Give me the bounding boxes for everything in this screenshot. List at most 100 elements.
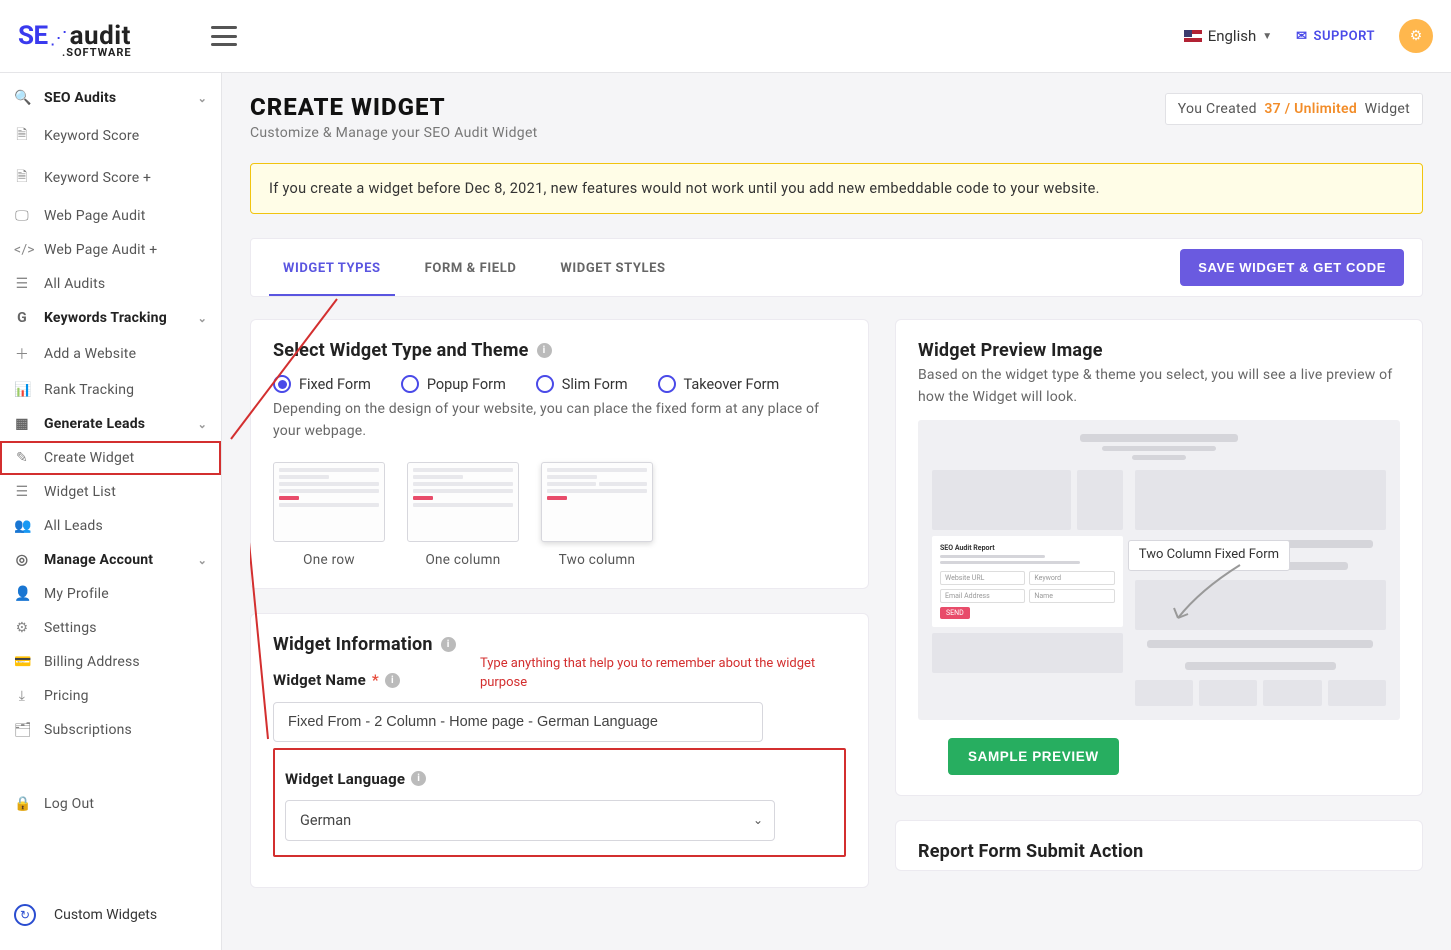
tab-widget-styles[interactable]: WIDGET STYLES	[546, 239, 679, 296]
sidebar-section-keywords-tracking[interactable]: GKeywords Tracking⌄	[0, 301, 221, 335]
sidebar-item-web-page-audit-plus[interactable]: </>Web Page Audit +	[0, 233, 221, 267]
language-label: English	[1208, 27, 1257, 45]
sidebar-item-web-page-audit[interactable]: 🖵Web Page Audit	[0, 199, 221, 233]
radio-popup-form[interactable]: Popup Form	[401, 375, 506, 393]
top-bar: SE ⋰ audit .SOFTWARE English ▼ ✉ SUPPORT…	[0, 0, 1451, 73]
users-icon: 👥	[14, 518, 30, 534]
theme-thumb-two-column[interactable]	[541, 462, 653, 542]
label: Generate Leads	[44, 416, 145, 432]
lock-icon: 🔒	[14, 796, 30, 812]
preview-send-button: SEND	[940, 607, 970, 619]
heading-text: Widget Information	[273, 634, 433, 655]
label: Create Widget	[44, 450, 134, 466]
envelope-icon: ✉	[1296, 29, 1307, 44]
sidebar-item-add-website[interactable]: ＋Add a Website	[0, 335, 221, 373]
sidebar-item-keyword-score-plus[interactable]: 🗎Keyword Score +	[0, 157, 221, 199]
sidebar-item-logout[interactable]: 🔒Log Out	[0, 787, 221, 821]
label: Rank Tracking	[44, 382, 134, 398]
tab-form-field[interactable]: FORM & FIELD	[411, 239, 531, 296]
sidebar-item-pricing[interactable]: ⤓Pricing	[0, 679, 221, 713]
main-content: CREATE WIDGET Customize & Manage your SE…	[222, 73, 1451, 950]
sample-preview-button[interactable]: SAMPLE PREVIEW	[948, 738, 1119, 775]
heading-text: Widget Preview Image	[918, 340, 1103, 361]
flag-us-icon	[1184, 30, 1202, 42]
support-link[interactable]: ✉ SUPPORT	[1296, 29, 1375, 44]
preview-frame: SEO Audit Report Website URLKeyword Emai…	[918, 420, 1400, 720]
theme-thumb-one-column[interactable]	[407, 462, 519, 542]
save-widget-button[interactable]: SAVE WIDGET & GET CODE	[1180, 249, 1404, 286]
edit-icon: ✎	[14, 450, 30, 466]
widget-type-description: Depending on the design of your website,…	[273, 399, 846, 442]
sidebar-section-seo-audits[interactable]: 🔍SEO Audits⌄	[0, 81, 221, 115]
tab-widget-types[interactable]: WIDGET TYPES	[269, 239, 395, 296]
radio-dot-icon	[658, 375, 676, 393]
chevron-down-icon: ⌄	[198, 312, 207, 325]
sidebar-item-widget-list[interactable]: ☰ Widget List	[0, 475, 221, 509]
chevron-down-icon: ⌄	[198, 554, 207, 567]
sidebar-item-create-widget[interactable]: ✎ Create Widget	[0, 441, 221, 475]
suffix: Widget	[1365, 101, 1410, 117]
sidebar-item-settings[interactable]: ⚙Settings	[0, 611, 221, 645]
label: Billing Address	[44, 654, 140, 670]
label: One column	[407, 552, 519, 568]
sidebar-item-my-profile[interactable]: 👤My Profile	[0, 577, 221, 611]
logo-primary: SE	[18, 21, 48, 51]
notice-banner: If you create a widget before Dec 8, 202…	[250, 163, 1423, 214]
sidebar-item-all-audits[interactable]: ☰All Audits	[0, 267, 221, 301]
label: One row	[273, 552, 385, 568]
sidebar-item-billing[interactable]: 💳Billing Address	[0, 645, 221, 679]
widget-name-input[interactable]	[273, 702, 763, 742]
sidebar-section-generate-leads[interactable]: ▦Generate Leads⌄	[0, 407, 221, 441]
theme-thumb-one-row[interactable]	[273, 462, 385, 542]
label: Popup Form	[427, 376, 506, 393]
settings-gear-button[interactable]: ⚙	[1399, 19, 1433, 53]
radio-dot-icon	[401, 375, 419, 393]
sidebar-item-rank-tracking[interactable]: 📊 Rank Tracking	[0, 373, 221, 407]
sidebar-item-all-leads[interactable]: 👥All Leads	[0, 509, 221, 543]
gear-icon: ⚙	[14, 620, 30, 636]
sidebar-item-custom-widgets[interactable]: ↻ Custom Widgets	[0, 894, 221, 936]
widget-language-select[interactable]: German ⌄	[285, 800, 775, 841]
label-text: Widget Language	[285, 770, 405, 788]
preview-url-field: Website URL	[940, 571, 1025, 585]
label: Widget List	[44, 484, 116, 500]
download-icon: ⤓	[14, 688, 30, 704]
label: Takeover Form	[684, 376, 780, 393]
chevron-down-icon: ⌄	[198, 418, 207, 431]
language-selector[interactable]: English ▼	[1184, 27, 1272, 45]
list-icon: ☰	[14, 484, 30, 500]
chart-icon: 📊	[14, 382, 30, 398]
sidebar-section-manage-account[interactable]: ◎Manage Account⌄	[0, 543, 221, 577]
info-icon[interactable]: i	[385, 673, 400, 688]
sidebar-item-subscriptions[interactable]: 🗂Subscriptions	[0, 713, 221, 747]
label: Keyword Score +	[44, 170, 151, 186]
selected-value: German	[285, 800, 775, 841]
user-icon: 👤	[14, 586, 30, 602]
chevron-down-icon: ▼	[1262, 31, 1272, 42]
radio-takeover-form[interactable]: Takeover Form	[658, 375, 780, 393]
sidebar-item-keyword-score[interactable]: 🗎Keyword Score	[0, 115, 221, 157]
label: Fixed Form	[299, 376, 371, 393]
radio-slim-form[interactable]: Slim Form	[536, 375, 628, 393]
label: Keywords Tracking	[44, 310, 167, 326]
widget-language-label: Widget Language i	[285, 770, 834, 788]
menu-toggle-icon[interactable]	[211, 26, 237, 46]
card-heading: Select Widget Type and Theme i	[273, 340, 846, 361]
created-count-box: You Created 37 / Unlimited Widget	[1165, 93, 1423, 125]
info-icon[interactable]: i	[441, 637, 456, 652]
info-icon[interactable]: i	[537, 343, 552, 358]
label: Custom Widgets	[54, 907, 157, 923]
info-icon[interactable]: i	[411, 771, 426, 786]
label: Web Page Audit	[44, 208, 146, 224]
search-icon: 🔍	[14, 90, 30, 106]
label: Keyword Score	[44, 128, 139, 144]
logo-subtext: .SOFTWARE	[62, 46, 132, 59]
widget-name-label: Widget Name* i	[273, 671, 400, 689]
label: Slim Form	[562, 376, 628, 393]
card-heading: Widget Information i	[273, 634, 846, 655]
preview-arrow-icon	[1170, 560, 1250, 630]
radio-fixed-form[interactable]: Fixed Form	[273, 375, 371, 393]
wallet-icon: 🗂	[14, 722, 30, 738]
layers-icon: ☰	[14, 276, 30, 292]
tabs-bar: WIDGET TYPES FORM & FIELD WIDGET STYLES …	[250, 238, 1423, 297]
